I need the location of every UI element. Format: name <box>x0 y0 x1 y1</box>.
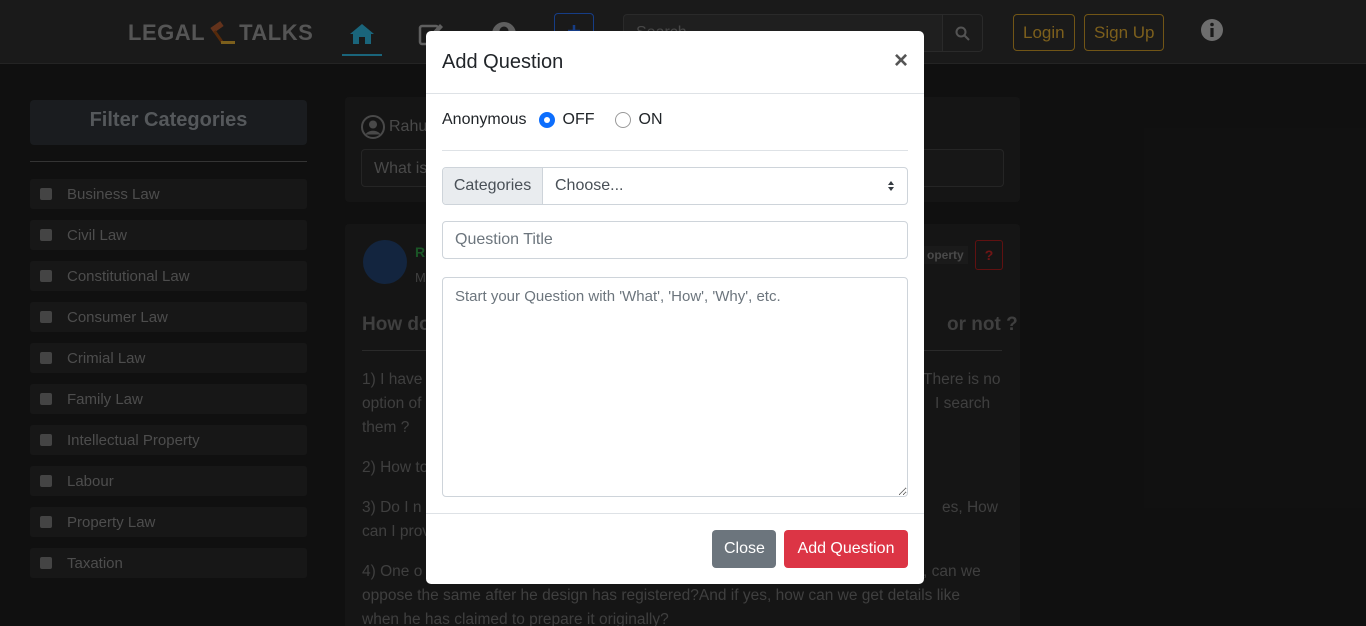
close-icon[interactable]: × <box>894 49 908 73</box>
divider <box>442 150 908 151</box>
modal-title: Add Question <box>442 51 564 73</box>
modal-header: Add Question × <box>426 31 924 94</box>
add-question-modal: Add Question × Anonymous OFF ON Categori… <box>426 31 924 584</box>
modal-footer: Close Add Question <box>426 513 924 584</box>
anonymous-on-label[interactable]: ON <box>639 111 663 129</box>
anonymous-on-radio[interactable] <box>614 112 631 128</box>
anonymous-toggle: Anonymous OFF ON <box>442 111 683 129</box>
categories-label: Categories <box>443 168 543 204</box>
close-button[interactable]: Close <box>712 530 776 568</box>
anonymous-label: Anonymous <box>442 111 527 128</box>
select-caret-icon <box>888 181 894 191</box>
question-title-input[interactable] <box>442 221 908 259</box>
add-question-button[interactable]: Add Question <box>784 530 908 568</box>
categories-select[interactable]: Choose... <box>543 168 907 204</box>
anonymous-off-label[interactable]: OFF <box>563 111 595 129</box>
question-body-textarea[interactable] <box>442 277 908 497</box>
categories-select-group: Categories Choose... <box>442 167 908 205</box>
categories-selected-value: Choose... <box>555 177 624 194</box>
anonymous-off-radio[interactable] <box>538 112 555 128</box>
